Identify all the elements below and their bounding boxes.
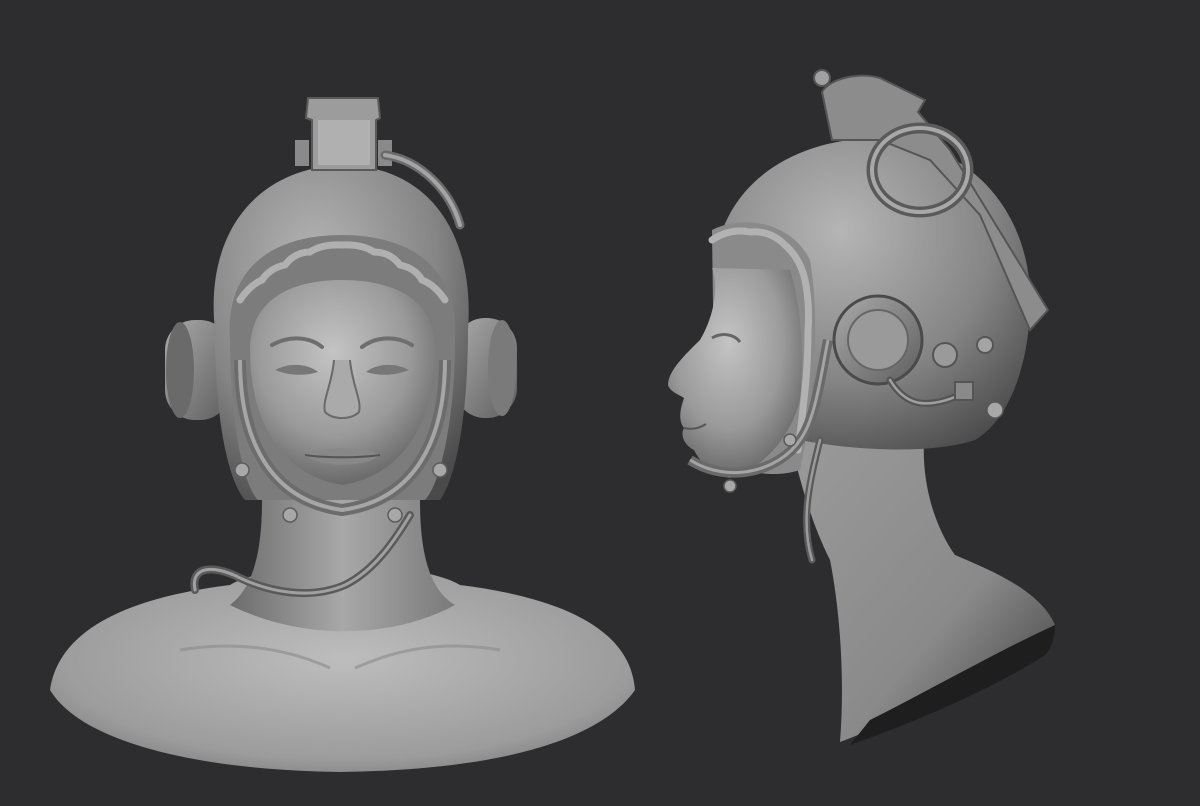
render-viewport	[0, 0, 1200, 806]
sculpt-render	[50, 69, 1055, 772]
front-bust	[50, 97, 635, 772]
front-neck	[230, 500, 455, 632]
side-bust	[668, 69, 1055, 745]
